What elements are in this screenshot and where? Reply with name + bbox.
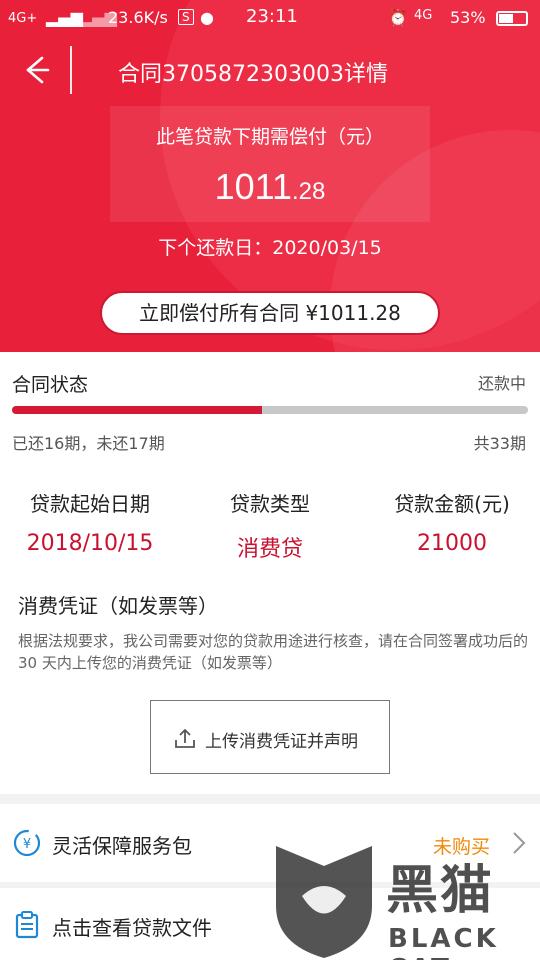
summary-header: 4G+ ▂▄▆ ▂▄▆ 23.6K/s S ● 23:11 ⏰ 4G 53% 合… (0, 0, 540, 352)
battery-percent: 53% (450, 8, 486, 27)
loan-type: 贷款类型 消费贷 (180, 488, 360, 563)
loan-amount-value: 21000 (417, 531, 487, 556)
contract-card: 合同状态 还款中 已还16期，未还17期 共33期 贷款起始日期 2018/10… (0, 352, 540, 794)
list-item-service-package[interactable]: ¥ 灵活保障服务包 未购买 (0, 804, 540, 882)
clock: 23:11 (246, 6, 298, 27)
back-arrow-icon (26, 56, 50, 84)
chevron-right-icon (513, 832, 526, 854)
paid-periods-text: 已还16期，未还17期 (12, 434, 165, 453)
alarm-icon: ⏰ (388, 8, 408, 27)
upload-icon (175, 729, 195, 748)
total-periods-text: 共33期 (473, 434, 526, 453)
due-amount: 1011.28 (0, 166, 540, 208)
loan-start-date: 贷款起始日期 2018/10/15 (0, 488, 180, 556)
voucher-description: 根据法规要求，我公司需要对您的贷款用途进行核查，请在合同签署成功后的30 天内上… (18, 632, 529, 672)
list-item-label: 点击查看贷款文件 (52, 916, 212, 940)
progress-fill (12, 406, 263, 414)
due-amount-integer: 1011 (214, 166, 293, 207)
loan-start-date-value: 2018/10/15 (26, 531, 154, 556)
upload-voucher-button[interactable]: 上传消费凭证并声明 (150, 700, 390, 774)
loan-type-label: 贷款类型 (230, 492, 310, 516)
purchase-status: 未购买 (432, 836, 490, 858)
nav-divider (70, 46, 72, 94)
chat-bubble-icon: ● (200, 8, 214, 27)
svg-text:¥: ¥ (23, 837, 31, 852)
pay-all-button[interactable]: 立即偿付所有合同 ¥1011.28 (100, 291, 440, 335)
network-speed: 23.6K/s (108, 8, 168, 27)
loan-type-value: 消费贷 (236, 537, 303, 562)
repayment-progress-bar (12, 406, 528, 414)
clipboard-icon (15, 911, 39, 939)
upload-voucher-label: 上传消费凭证并声明 (205, 732, 358, 752)
back-button[interactable] (20, 54, 52, 86)
list-item-label: 灵活保障服务包 (52, 834, 192, 858)
network-type: 4G (414, 8, 433, 23)
voucher-title: 消费凭证（如发票等） (18, 594, 218, 618)
page-title: 合同3705872303003详情 (118, 62, 388, 87)
s-badge-icon: S (178, 9, 194, 25)
battery-icon (496, 11, 528, 26)
status-badge: 还款中 (477, 374, 526, 393)
loan-amount: 贷款金额(元) 21000 (362, 488, 540, 556)
due-label: 此笔贷款下期需偿付（元） (155, 126, 384, 148)
list-item-loan-documents[interactable]: 点击查看贷款文件 (0, 888, 540, 960)
signal-icon: ▂▄▆ (46, 8, 83, 27)
next-repayment-date: 下个还款日：2020/03/15 (158, 237, 382, 259)
network-type: 4G+ (8, 11, 38, 26)
status-bar: 4G+ ▂▄▆ ▂▄▆ 23.6K/s S ● 23:11 ⏰ 4G 53% (0, 0, 540, 36)
yuan-shield-icon: ¥ (13, 829, 41, 857)
loan-start-date-label: 贷款起始日期 (30, 492, 150, 516)
contract-status-title: 合同状态 (12, 374, 89, 396)
due-amount-decimal: .28 (292, 178, 326, 205)
loan-amount-label: 贷款金额(元) (394, 492, 510, 516)
